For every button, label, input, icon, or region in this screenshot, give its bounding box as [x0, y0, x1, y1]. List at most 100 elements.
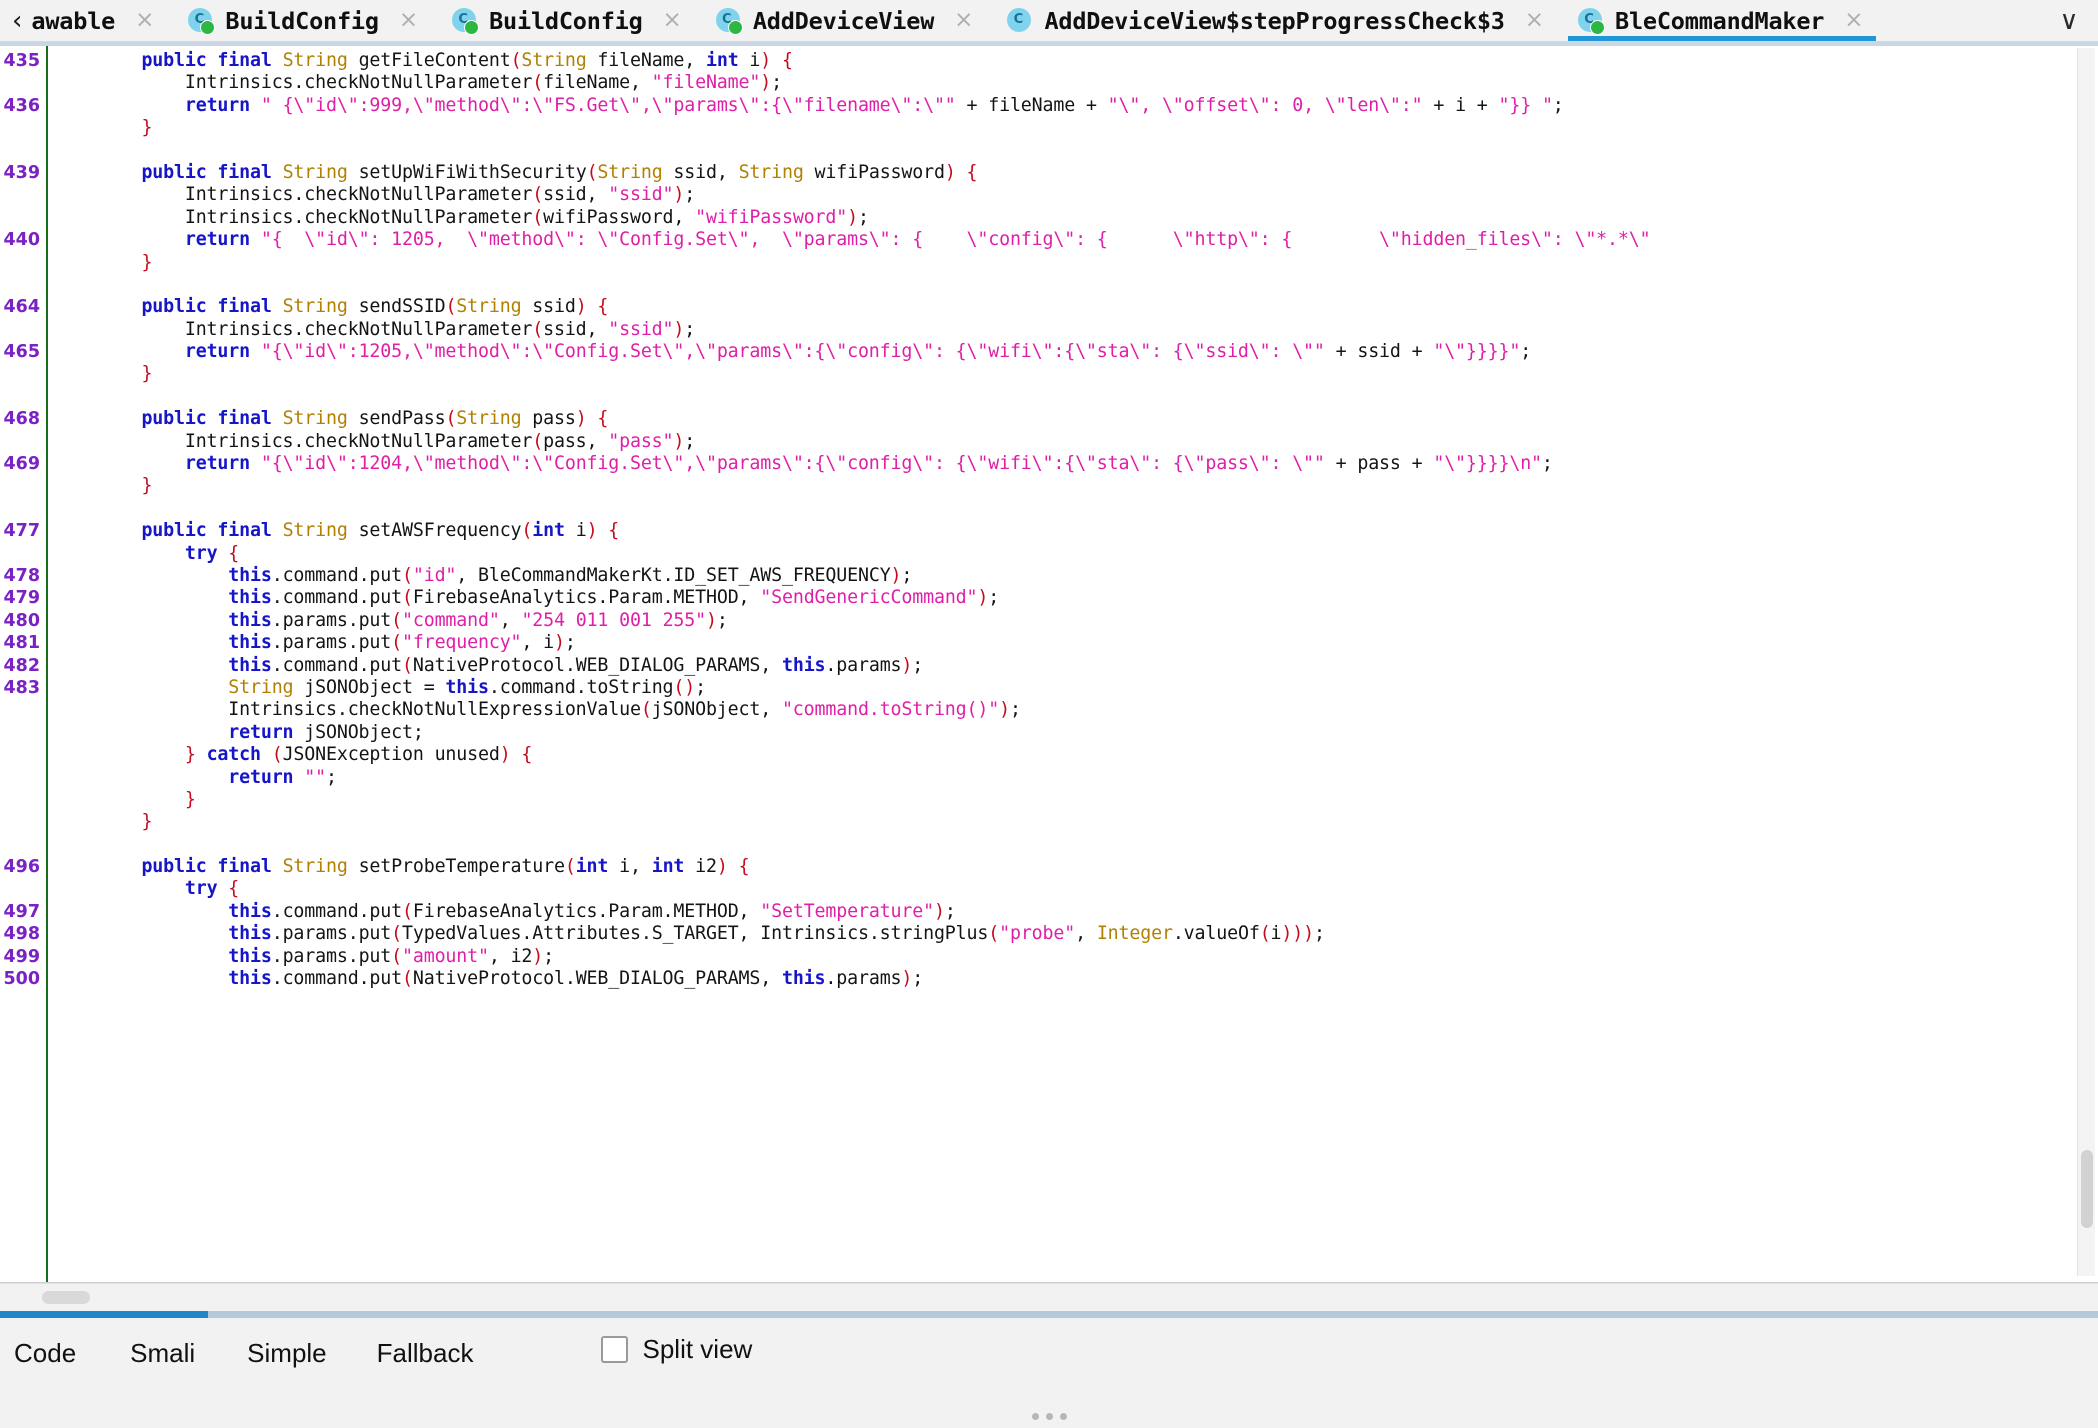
code-line[interactable]: public final String getFileContent(Strin… — [98, 50, 2098, 72]
code-line[interactable]: } catch (JSONException unused) { — [98, 744, 2098, 766]
code-token: .valueOf — [1172, 923, 1260, 945]
code-line[interactable]: Intrinsics.checkNotNullParameter(wifiPas… — [98, 207, 2098, 229]
code-line[interactable]: this.params.put("frequency", i); — [98, 632, 2098, 654]
code-line[interactable]: this.command.put(NativeProtocol.WEB_DIAL… — [98, 655, 2098, 677]
panel-resize-grip[interactable] — [0, 1413, 2098, 1420]
editor-tab-awable[interactable]: ‹ awable × — [0, 0, 172, 41]
code-token: ) — [673, 430, 685, 452]
code-line[interactable]: } — [98, 811, 2098, 833]
code-line[interactable]: } — [98, 475, 2098, 497]
line-number: 464 — [3, 297, 40, 318]
code-line[interactable]: public final String setProbeTemperature(… — [98, 856, 2098, 878]
editor-tab-label: BuildConfig — [225, 6, 379, 35]
code-line[interactable]: return " {\"id\":999,\"method\":\"FS.Get… — [98, 95, 2098, 117]
view-mode-tab-fallback[interactable]: Fallback — [377, 1334, 474, 1373]
code-editor[interactable]: 435 436 439 440 464 465 468 469 477 478 479 480 481 4… — [0, 42, 2098, 1283]
editor-tab-buildconfig[interactable]: C BuildConfig × — [172, 0, 436, 41]
tab-close-icon[interactable]: × — [954, 9, 973, 32]
code-line[interactable]: try { — [98, 878, 2098, 900]
line-number-blank — [0, 834, 46, 856]
split-view-checkbox[interactable] — [601, 1336, 629, 1363]
code-line[interactable] — [98, 140, 2098, 162]
code-line[interactable]: Intrinsics.checkNotNullParameter(pass, "… — [98, 431, 2098, 453]
code-line[interactable]: public final String setUpWiFiWithSecurit… — [98, 162, 2098, 184]
view-mode-tab-simple[interactable]: Simple — [247, 1334, 326, 1373]
code-line[interactable]: } — [98, 252, 2098, 274]
code-line[interactable]: public final String setAWSFrequency(int … — [98, 520, 2098, 542]
code-token: ssid, — [543, 318, 609, 340]
tab-strip[interactable]: ‹ awable × C BuildConfig × C BuildConfig × C AddDe… — [0, 0, 2040, 41]
code-line[interactable] — [98, 834, 2098, 856]
code-token: { — [727, 856, 750, 878]
code-token: return — [184, 229, 250, 251]
editor-tab-adddeviceview-stepprogresscheck-3[interactable]: C AddDeviceView$stepProgressCheck$3 × — [991, 0, 1562, 41]
code-line[interactable]: return "{ \"id\": 1205, \"method\": \"Co… — [98, 229, 2098, 251]
code-line[interactable]: } — [98, 789, 2098, 811]
code-line[interactable]: } — [98, 363, 2098, 385]
editor-vertical-scrollbar[interactable] — [2077, 48, 2095, 1276]
line-number-blank — [0, 207, 46, 229]
code-line[interactable]: public final String sendPass(String pass… — [98, 408, 2098, 430]
code-token: ) — [901, 968, 913, 990]
code-line[interactable]: Intrinsics.checkNotNullParameter(ssid, "… — [98, 184, 2098, 206]
code-line[interactable]: Intrinsics.checkNotNullExpressionValue(j… — [98, 699, 2098, 721]
tab-close-icon[interactable]: × — [1844, 9, 1863, 32]
horizontal-scrollbar-thumb[interactable] — [42, 1291, 90, 1304]
code-token: FirebaseAnalytics.Param.METHOD, — [412, 900, 761, 922]
code-content[interactable]: public final String getFileContent ( Strin… — [48, 42, 2098, 1282]
view-mode-tab-code[interactable]: Code — [14, 1334, 76, 1373]
code-line[interactable]: this.command.put(NativeProtocol.WEB_DIAL… — [98, 968, 2098, 990]
code-token: public final — [141, 520, 283, 542]
tab-close-icon[interactable]: × — [135, 9, 154, 32]
code-line[interactable]: return "{\"id\":1204,\"method\":\"Config… — [98, 453, 2098, 475]
grip-dot — [1031, 1413, 1039, 1420]
line-number: 435 — [3, 51, 40, 71]
code-line[interactable]: return jSONObject; — [98, 722, 2098, 744]
code-token: .command.put — [271, 587, 402, 609]
code-token: ) — [760, 50, 772, 71]
code-line[interactable]: String jSONObject = this.command.toStrin… — [98, 677, 2098, 699]
java-class-icon: C — [188, 7, 216, 35]
view-mode-tabs: Code Smali Simple Fallback — [0, 1334, 473, 1373]
code-line[interactable]: this.command.put("id", BleCommandMakerKt… — [98, 565, 2098, 587]
tab-close-icon[interactable]: × — [399, 9, 418, 32]
code-token: { — [771, 50, 793, 71]
code-line[interactable]: this.params.put(TypedValues.Attributes.S… — [98, 923, 2098, 945]
code-line[interactable]: Intrinsics.checkNotNullParameter(ssid, "… — [98, 319, 2098, 341]
code-line[interactable] — [98, 274, 2098, 296]
code-line[interactable]: try { — [98, 543, 2098, 565]
code-line[interactable]: this.command.put(FirebaseAnalytics.Param… — [98, 587, 2098, 609]
view-mode-tab-smali[interactable]: Smali — [130, 1334, 195, 1373]
editor-horizontal-scrollbar[interactable] — [0, 1283, 2098, 1311]
code-line[interactable]: Intrinsics.checkNotNullParameter(fileNam… — [98, 72, 2098, 94]
vertical-scrollbar-thumb[interactable] — [2081, 1150, 2093, 1228]
code-token: , i2 — [488, 945, 533, 967]
code-line[interactable] — [98, 386, 2098, 408]
code-token: ( — [391, 609, 402, 631]
code-line[interactable]: return "{\"id\":1205,\"method\":\"Config… — [98, 341, 2098, 363]
tab-close-icon[interactable]: × — [1525, 9, 1544, 32]
editor-tab-blecommandmaker[interactable]: C BleCommandMaker × — [1562, 0, 1882, 41]
tab-overflow-chevron-down-icon[interactable]: ∨ — [2040, 0, 2098, 41]
code-line[interactable]: this.params.put("command", "254 011 001 … — [98, 610, 2098, 632]
code-token: public final — [141, 296, 283, 318]
back-chevron-icon[interactable]: ‹ — [12, 8, 22, 34]
editor-tab-buildconfig[interactable]: C BuildConfig × — [436, 0, 700, 41]
editor-tab-adddeviceview[interactable]: C AddDeviceView × — [700, 0, 992, 41]
code-token: this — [228, 923, 272, 945]
line-number-blank — [0, 431, 46, 453]
code-line[interactable]: return ""; — [98, 767, 2098, 789]
code-line[interactable]: } — [98, 117, 2098, 139]
line-number-blank — [0, 274, 46, 296]
split-view-toggle[interactable]: Split view — [601, 1334, 752, 1365]
code-token: "{\"id\":1205,\"method\":\"Config.Set\",… — [260, 341, 1325, 363]
code-line[interactable] — [98, 498, 2098, 520]
code-token: String — [282, 856, 348, 878]
code-line[interactable]: this.params.put("amount", i2); — [98, 946, 2098, 968]
tab-close-icon[interactable]: × — [663, 9, 682, 32]
code-line[interactable]: public final String sendSSID(String ssid… — [98, 296, 2098, 318]
code-token: ( — [402, 564, 413, 586]
code-line[interactable]: this.command.put(FirebaseAnalytics.Param… — [98, 901, 2098, 923]
code-token: getFileContent — [347, 50, 511, 71]
